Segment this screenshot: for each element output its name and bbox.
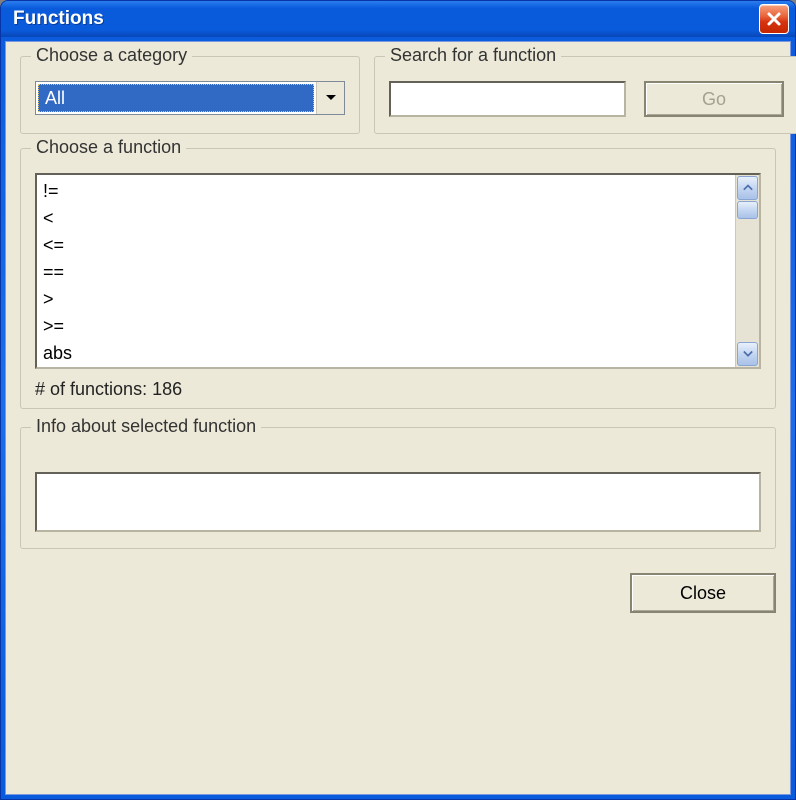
search-input[interactable] xyxy=(389,81,626,117)
count-prefix: # of functions: xyxy=(35,379,152,399)
functions-scrollbar[interactable] xyxy=(735,175,759,367)
list-item[interactable]: > xyxy=(41,286,731,313)
close-button[interactable]: Close xyxy=(630,573,776,613)
window-title: Functions xyxy=(13,8,759,30)
function-count-label: # of functions: 186 xyxy=(35,379,761,400)
search-groupbox: Search for a function Go xyxy=(374,56,796,134)
search-row: Go xyxy=(389,81,784,117)
list-item[interactable]: abs xyxy=(41,340,731,367)
scroll-track[interactable] xyxy=(736,201,759,341)
search-legend: Search for a function xyxy=(385,45,561,66)
list-item[interactable]: == xyxy=(41,259,731,286)
chevron-down-icon xyxy=(325,94,337,102)
info-text xyxy=(35,472,761,532)
category-dropdown[interactable]: All xyxy=(35,81,345,115)
list-item[interactable]: < xyxy=(41,205,731,232)
go-button[interactable]: Go xyxy=(644,81,784,117)
dialog-body: Choose a category All Search for a funct… xyxy=(5,41,791,795)
chevron-down-icon xyxy=(743,350,753,358)
list-item[interactable]: != xyxy=(41,178,731,205)
list-item[interactable]: <= xyxy=(41,232,731,259)
functions-listbox[interactable]: != < <= == > >= abs xyxy=(35,173,761,369)
functions-dialog: Functions Choose a category All xyxy=(0,0,796,800)
functions-legend: Choose a function xyxy=(31,137,186,158)
scroll-up-button[interactable] xyxy=(737,176,758,200)
top-row: Choose a category All Search for a funct… xyxy=(20,56,776,134)
scroll-thumb[interactable] xyxy=(737,201,758,219)
chevron-up-icon xyxy=(743,184,753,192)
scroll-down-button[interactable] xyxy=(737,342,758,366)
functions-groupbox: Choose a function != < <= == > >= abs xyxy=(20,148,776,409)
category-selected-value: All xyxy=(38,84,314,112)
info-groupbox: Info about selected function xyxy=(20,427,776,549)
list-item[interactable]: >= xyxy=(41,313,731,340)
window-close-button[interactable] xyxy=(759,4,789,34)
titlebar: Functions xyxy=(1,1,795,37)
count-value: 186 xyxy=(152,379,182,399)
category-groupbox: Choose a category All xyxy=(20,56,360,134)
bottom-row: Close xyxy=(20,567,776,613)
info-legend: Info about selected function xyxy=(31,416,261,437)
dropdown-arrow xyxy=(316,82,344,114)
close-icon xyxy=(766,11,782,27)
functions-list: != < <= == > >= abs xyxy=(37,175,735,367)
category-legend: Choose a category xyxy=(31,45,192,66)
